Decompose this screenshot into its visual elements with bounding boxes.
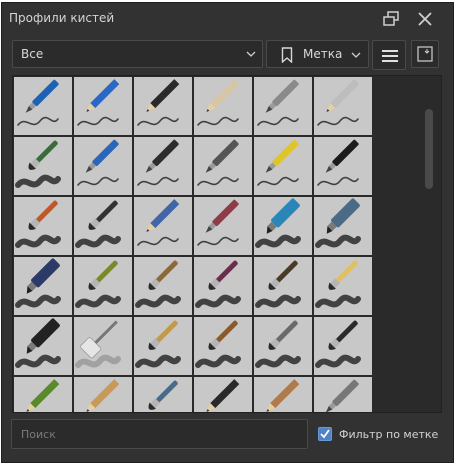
brush-preset-tile[interactable] (314, 317, 372, 375)
pencil-brush-icon (26, 379, 60, 412)
brush-preset-tile[interactable] (194, 317, 252, 375)
search-input[interactable] (11, 419, 308, 449)
brush-preset-tile[interactable] (74, 197, 132, 255)
close-icon[interactable] (416, 10, 434, 28)
marker-brush-icon (315, 198, 361, 248)
brush-preset-tile[interactable] (14, 317, 72, 375)
brush-preset-tile[interactable] (194, 257, 252, 315)
brush-preset-tile[interactable] (254, 257, 312, 315)
brush-brush-icon (315, 260, 361, 308)
marker-brush-icon (15, 258, 61, 308)
float-window-icon[interactable] (382, 10, 400, 28)
brush-preset-tile[interactable] (194, 197, 252, 255)
docker-titlebar: Профили кистей (2, 3, 453, 35)
brush-brush-icon (148, 380, 178, 410)
brush-preset-tile[interactable] (134, 197, 192, 255)
brush-presets-grid (12, 75, 442, 413)
pen-brush-icon (325, 379, 359, 412)
pencil-brush-icon (317, 79, 360, 126)
checkmark-icon (320, 429, 330, 439)
brush-presets-docker: Профили кистей Все Метка Поиск Фильтр по… (1, 2, 454, 463)
docker-title: Профили кистей (9, 11, 115, 25)
brush-preset-tile[interactable] (74, 317, 132, 375)
brush-preset-tile[interactable] (314, 197, 372, 255)
brush-preset-tile[interactable] (254, 77, 312, 135)
tag-dropdown-button[interactable]: Метка (266, 40, 369, 68)
brush-brush-icon (135, 260, 181, 308)
filter-by-tag-checkbox[interactable] (318, 427, 332, 441)
brush-grid-inner (13, 76, 373, 412)
pencil-brush-icon (137, 199, 180, 246)
brush-brush-icon (75, 260, 121, 308)
resource-filter-combobox[interactable]: Все (12, 40, 263, 68)
brush-preset-tile[interactable] (194, 377, 252, 412)
marker-brush-icon (15, 318, 61, 368)
hamburger-menu-button[interactable] (372, 40, 406, 70)
hamburger-menu-icon (382, 50, 398, 62)
brush-preset-tile[interactable] (14, 137, 72, 195)
pencil-brush-icon (137, 79, 180, 126)
view-mode-icon (417, 46, 433, 62)
vertical-scrollbar[interactable] (425, 109, 433, 189)
pen-brush-icon (197, 199, 239, 246)
brush-preset-tile[interactable] (254, 317, 312, 375)
pen-brush-icon (17, 79, 59, 126)
brush-brush-icon (255, 320, 301, 368)
brush-preset-tile[interactable] (314, 77, 372, 135)
brush-preset-tile[interactable] (74, 377, 132, 412)
brush-preset-tile[interactable] (14, 257, 72, 315)
brush-brush-icon (315, 320, 361, 368)
pencil-brush-icon (197, 79, 240, 126)
brush-preset-tile[interactable] (314, 137, 372, 195)
pencil-brush-icon (86, 379, 120, 412)
brush-preset-tile[interactable] (134, 317, 192, 375)
pen-brush-icon (257, 139, 299, 186)
brush-preset-tile[interactable] (134, 257, 192, 315)
brush-preset-tile[interactable] (14, 377, 72, 412)
brush-preset-tile[interactable] (134, 137, 192, 195)
brush-preset-tile[interactable] (74, 257, 132, 315)
pen-brush-icon (137, 139, 179, 186)
brush-preset-tile[interactable] (134, 77, 192, 135)
brush-preset-tile[interactable] (194, 137, 252, 195)
brush-preset-tile[interactable] (14, 77, 72, 135)
brush-preset-tile[interactable] (194, 77, 252, 135)
brush-brush-icon (15, 140, 61, 188)
bookmark-icon (281, 47, 293, 63)
brush-preset-tile[interactable] (134, 377, 192, 412)
resource-filter-value: Все (21, 47, 44, 61)
brush-brush-icon (75, 200, 121, 248)
filter-by-tag-label: Фильтр по метке (339, 428, 439, 441)
brush-preset-tile[interactable] (14, 197, 72, 255)
brush-brush-icon (135, 320, 181, 368)
pencil-brush-icon (77, 79, 120, 126)
marker-brush-icon (255, 198, 301, 248)
brush-preset-tile[interactable] (314, 257, 372, 315)
brush-brush-icon (195, 320, 241, 368)
pen-brush-icon (77, 139, 119, 186)
brush-brush-icon (195, 260, 241, 308)
chevron-down-icon (246, 51, 256, 57)
brush-preset-tile[interactable] (74, 137, 132, 195)
pencil-brush-icon (266, 379, 300, 412)
chevron-down-icon (351, 52, 361, 58)
pen-brush-icon (257, 79, 299, 126)
brush-preset-tile[interactable] (314, 377, 372, 412)
brush-preset-tile[interactable] (254, 377, 312, 412)
brush-preset-tile[interactable] (254, 137, 312, 195)
brush-brush-icon (255, 260, 301, 308)
pen-brush-icon (317, 139, 359, 186)
view-mode-button[interactable] (411, 40, 439, 68)
pencil-brush-icon (206, 379, 240, 412)
tag-label: Метка (303, 47, 343, 61)
roller-brush-icon (75, 320, 121, 368)
pen-brush-icon (197, 139, 239, 186)
brush-brush-icon (15, 200, 61, 248)
brush-preset-tile[interactable] (74, 77, 132, 135)
brush-preset-tile[interactable] (254, 197, 312, 255)
